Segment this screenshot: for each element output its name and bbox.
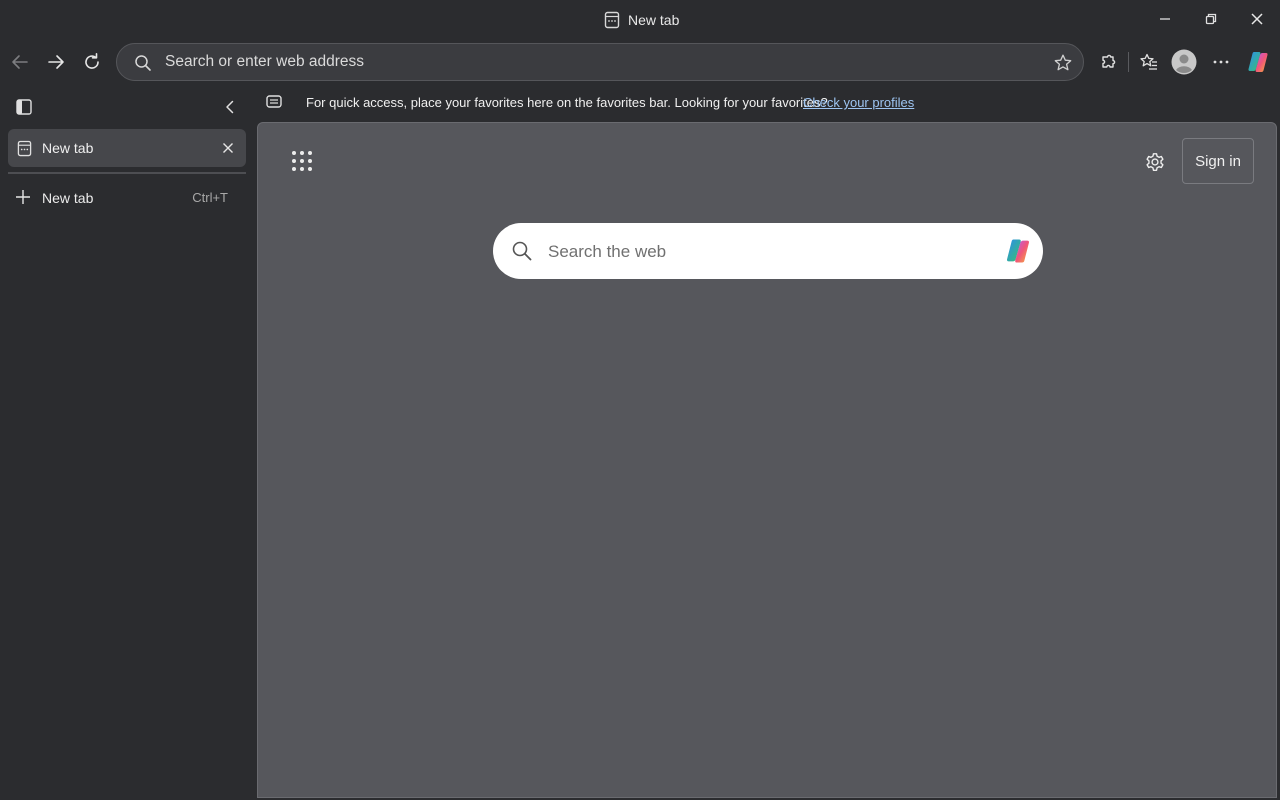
sign-in-button[interactable]: Sign in [1182,138,1254,184]
search-icon [511,240,533,262]
collapse-sidebar-button[interactable] [216,93,244,121]
add-favorite-button[interactable] [1051,51,1075,75]
close-window-button[interactable] [1234,4,1280,34]
check-profiles-link[interactable]: Check your profiles [803,95,914,110]
extensions-button[interactable] [1092,46,1124,78]
new-tab-button[interactable]: New tab Ctrl+T [8,185,246,211]
sidebar-divider [8,172,246,174]
tab-actions-button[interactable] [10,93,38,121]
refresh-button[interactable] [76,46,108,78]
new-tab-shortcut: Ctrl+T [192,190,228,205]
address-input[interactable]: Search or enter web address [165,53,364,71]
chevron-left-icon [226,100,234,114]
apps-launcher-button[interactable] [288,147,316,175]
refresh-icon [85,53,99,69]
arrow-left-icon [12,55,28,69]
close-icon [223,143,233,153]
new-tab-label: New tab [42,190,94,206]
profile-button[interactable] [1168,46,1200,78]
web-search-box[interactable]: Search the web [493,223,1043,279]
window-title-text: New tab [628,12,680,28]
vertical-tabs-sidebar: New tab New tab Ctrl+T [0,88,256,800]
restore-icon [1205,13,1217,25]
favorites-bar: For quick access, place your favorites h… [258,90,1280,116]
restore-button[interactable] [1188,4,1234,34]
copilot-icon [1006,239,1030,263]
back-button[interactable] [4,46,36,78]
arrow-right-icon [48,55,64,69]
minimize-icon [1160,18,1170,20]
close-icon [1251,13,1263,25]
toolbar-divider [1128,52,1129,72]
tab-panel-icon [16,99,32,115]
close-tab-button[interactable] [216,136,240,160]
minimize-button[interactable] [1142,4,1188,34]
more-options-button[interactable] [1205,46,1237,78]
forward-button[interactable] [40,46,72,78]
tab-page-icon [604,11,620,29]
copilot-icon [1248,52,1268,72]
copilot-search-button[interactable] [1001,234,1035,268]
window-title: New tab [604,9,679,31]
more-icon [1213,60,1229,64]
new-tab-page: Sign in Search the web [257,122,1277,798]
extensions-icon [1102,54,1116,68]
search-icon [133,53,153,73]
star-icon [1054,54,1072,71]
app-grid-icon [292,151,312,171]
tab-page-icon [17,140,32,157]
title-bar: New tab [0,0,1280,40]
favorites-bar-message: For quick access, place your favorites h… [306,95,828,110]
profile-icon [1171,49,1197,75]
gear-icon [1146,153,1164,171]
favorites-button[interactable] [1133,46,1165,78]
tab-item[interactable]: New tab [8,129,246,167]
page-settings-button[interactable] [1142,149,1168,175]
web-search-input[interactable]: Search the web [548,242,666,262]
favorites-bar-icon [265,94,283,110]
copilot-button[interactable] [1242,46,1274,78]
address-bar[interactable]: Search or enter web address [116,43,1084,81]
plus-icon [14,188,32,206]
favorites-icon [1140,53,1157,70]
tab-label: New tab [42,140,94,156]
